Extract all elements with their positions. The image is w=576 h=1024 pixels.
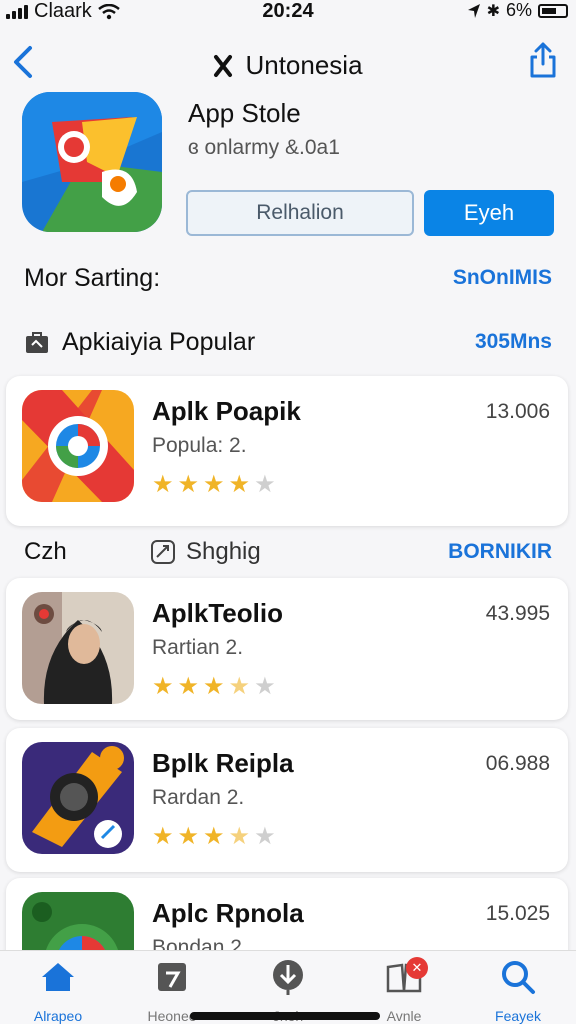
- popular-section-header: Apkiaiyia Popular 305Mns: [0, 322, 576, 362]
- star-icon: ★: [203, 471, 225, 498]
- app-card-count: 43.995: [485, 602, 550, 625]
- app-card-name: Bplk Reipla: [152, 748, 294, 778]
- section-link[interactable]: SnOnIMIS: [453, 266, 552, 290]
- popular-title-text: Apkiaiyia Popular: [62, 328, 256, 356]
- app-card-icon: [22, 742, 134, 854]
- app-card-name: AplkTeolio: [152, 598, 283, 628]
- app-card-icon: [22, 390, 134, 502]
- battery-icon: [538, 3, 568, 18]
- star-icon: ★: [177, 823, 200, 850]
- star-rating: ★ ★ ★ ★ ★: [152, 822, 276, 851]
- secondary-button[interactable]: Relhalion: [186, 190, 414, 236]
- close-x-icon: [214, 54, 233, 77]
- tab-label: Alrapeo: [33, 1008, 83, 1024]
- download-icon: [273, 960, 303, 995]
- bluetooth-icon: ✱: [486, 2, 500, 20]
- section-title: Mor Sarting:: [24, 264, 160, 293]
- star-icon: ★: [228, 823, 251, 850]
- star-icon: ★: [177, 673, 200, 700]
- star-icon: ★: [203, 823, 225, 850]
- star-icon: ★: [254, 673, 276, 700]
- app-icon: [22, 92, 162, 232]
- shuffle-icon: [151, 540, 175, 564]
- home-indicator[interactable]: [190, 1012, 380, 1020]
- app-header: App Stole ɞ onlarmy &.0a1 Relhalion Eyeh: [20, 92, 560, 242]
- filter-left-label: Czh: [24, 538, 67, 565]
- app-card-count: 13.006: [485, 400, 550, 423]
- status-bar: Claark 20:24 ✱ 6%: [0, 0, 576, 26]
- share-icon[interactable]: [528, 40, 558, 80]
- filter-row: Czh Shghig BORNIKIR: [0, 532, 576, 572]
- filter-link[interactable]: BORNIKIR: [448, 540, 552, 564]
- filter-center[interactable]: Shghig: [150, 538, 261, 566]
- filter-center-label: Shghig: [186, 538, 261, 565]
- star-icon: ★: [152, 823, 174, 850]
- star-icon: ★: [152, 471, 174, 498]
- app-card[interactable]: Aplk Poapik Popula: 2. ★ ★ ★ ★ ★ 13.006: [6, 376, 568, 526]
- app-store-screen: Claark 20:24 ✱ 6% Untonesia App Stole ɞ …: [0, 0, 576, 1024]
- tab-label: Feayek: [495, 1008, 541, 1024]
- section-title-text: Mor Sarting:: [24, 264, 161, 292]
- notification-badge: ✕: [406, 957, 428, 979]
- home-icon: [42, 963, 74, 991]
- app-card-name: Aplc Rpnola: [152, 898, 304, 928]
- tab-search[interactable]: Feayek: [468, 957, 568, 1024]
- app-card-icon: [22, 592, 134, 704]
- star-rating: ★ ★ ★ ★ ★: [152, 672, 276, 701]
- tab-home[interactable]: Alrapeo: [8, 957, 108, 1024]
- battery-percent: 6%: [505, 0, 532, 20]
- star-icon: ★: [254, 471, 276, 498]
- app-subtitle: ɞ onlarmy &.0a1: [188, 136, 340, 159]
- app-card-name: Aplk Poapik: [152, 396, 301, 426]
- calendar-icon: [158, 963, 186, 991]
- briefcase-icon: [26, 331, 48, 353]
- location-icon: [467, 3, 480, 18]
- app-card-subtitle: Rartian 2.: [152, 636, 244, 659]
- star-icon: ★: [177, 471, 200, 498]
- search-icon: [502, 961, 535, 994]
- status-right: ✱ 6%: [467, 0, 568, 21]
- app-card-subtitle: Rardan 2.: [152, 786, 245, 809]
- app-name: App Stole: [188, 98, 301, 128]
- star-rating: ★ ★ ★ ★ ★: [152, 470, 276, 499]
- popular-link[interactable]: 305Mns: [475, 330, 552, 354]
- nav-title-text: Untonesia: [245, 50, 363, 80]
- star-icon: ★: [228, 471, 251, 498]
- section-header: Mor Sarting: SnOnIMIS: [0, 258, 576, 298]
- popular-title: Apkiaiyia Popular: [24, 328, 255, 357]
- nav-title: Untonesia: [0, 50, 576, 81]
- app-card[interactable]: Bplk Reipla Rardan 2. ★ ★ ★ ★ ★ 06.988: [6, 728, 568, 872]
- star-icon: ★: [152, 673, 174, 700]
- star-icon: ★: [254, 823, 276, 850]
- primary-button[interactable]: Eyeh: [424, 190, 554, 236]
- app-card[interactable]: AplkTeolio Rartian 2. ★ ★ ★ ★ ★ 43.995: [6, 578, 568, 720]
- app-card-subtitle: Popula: 2.: [152, 434, 247, 457]
- star-icon: ★: [228, 673, 251, 700]
- star-icon: ★: [203, 673, 225, 700]
- nav-bar: Untonesia: [0, 36, 576, 92]
- app-card-count: 06.988: [485, 752, 550, 775]
- app-card-count: 15.025: [485, 902, 550, 925]
